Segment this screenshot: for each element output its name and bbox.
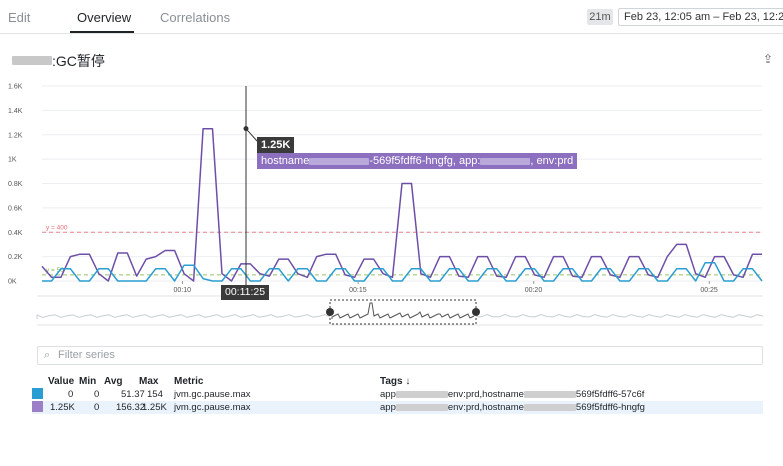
col-min[interactable]: Min: [79, 376, 96, 387]
marker-label: y = 400: [46, 224, 68, 231]
cell-metric: jvm.gc.pause.max: [174, 389, 251, 400]
search-icon: ⌕: [44, 349, 51, 361]
cell-value: 0: [68, 389, 74, 400]
chart-markers: y = 400 y = 50: [42, 224, 762, 276]
x-tick-label: 00:25: [700, 287, 718, 294]
y-tick-label: 0.6K: [8, 205, 23, 212]
cell-min: 0: [94, 389, 100, 400]
cell-tags: app env:prd,hostname 569f5fdff6-57c6f: [380, 389, 645, 400]
x-tick-label: 00:20: [525, 287, 543, 294]
cell-max: 154: [147, 389, 163, 400]
y-tick-label: 0.8K: [8, 181, 23, 188]
redacted-app: [480, 157, 531, 165]
y-tick-label: 1.4K: [8, 108, 23, 115]
col-tags[interactable]: Tags ↓: [380, 376, 410, 387]
table-row[interactable]: 1.25K 0 156.32 1.25K jvm.gc.pause.max ap…: [32, 401, 763, 414]
tooltip-hostname-label: hostname: [261, 155, 310, 167]
filter-placeholder: Filter series: [58, 349, 115, 361]
cell-tags: app env:prd,hostname 569f5fdff6-hngfg: [380, 402, 645, 413]
cell-value: 1.25K: [50, 402, 75, 413]
y-tick-label: 0.2K: [8, 254, 23, 261]
series-color-swatch: [32, 401, 43, 412]
navigator-left-handle: [326, 308, 334, 316]
col-avg[interactable]: Avg: [104, 376, 123, 387]
tooltip-value: 1.25K: [257, 137, 295, 153]
cursor-time-label: 00:11:25: [221, 285, 270, 300]
redacted-hostname: [309, 157, 370, 165]
y-tick-label: 1.6K: [8, 84, 23, 91]
y-tick-label: 0K: [8, 279, 17, 286]
navigator-right-handle: [472, 308, 480, 316]
marker-label: y = 50: [46, 267, 64, 274]
navigator-window: [329, 299, 477, 325]
col-value[interactable]: Value: [48, 376, 74, 387]
tooltip-series: hostname -569f5fdff6-hngfg, app: , env:prd: [257, 153, 578, 169]
series-color-swatch: [32, 388, 43, 399]
y-tick-label: 1.2K: [8, 132, 23, 139]
chart-series: [41, 127, 763, 282]
x-tick-label: 00:10: [173, 287, 191, 294]
x-tick-label: 00:15: [349, 287, 367, 294]
tooltip-tags-suffix: , env:prd: [530, 155, 574, 167]
time-navigator: 23:30Feb 2300:3001:00: [36, 295, 764, 326]
col-metric[interactable]: Metric: [174, 376, 203, 387]
y-axis: 0K 0.2K 0.4K 0.6K 0.8K 1K 1.2K 1.4K 1.6K: [8, 84, 23, 286]
series-line-0: [41, 127, 762, 282]
cell-metric: jvm.gc.pause.max: [174, 402, 251, 413]
table-row[interactable]: 0 0 51.37 154 jvm.gc.pause.max app env:pr…: [32, 388, 763, 401]
y-tick-label: 1K: [8, 157, 17, 164]
filter-series-input[interactable]: ⌕ Filter series: [37, 346, 763, 365]
cell-min: 0: [94, 402, 100, 413]
cell-avg: 51.37: [121, 389, 145, 400]
tooltip-hostname-suffix: -569f5fdff6-hngfg, app:: [369, 155, 481, 167]
col-max[interactable]: Max: [139, 376, 158, 387]
chart-cursor: [243, 86, 258, 285]
y-tick-label: 0.4K: [8, 230, 23, 237]
cell-avg: 156.32: [116, 402, 146, 413]
cell-max: 1.25K: [142, 402, 167, 413]
series-line-1: [42, 261, 763, 282]
